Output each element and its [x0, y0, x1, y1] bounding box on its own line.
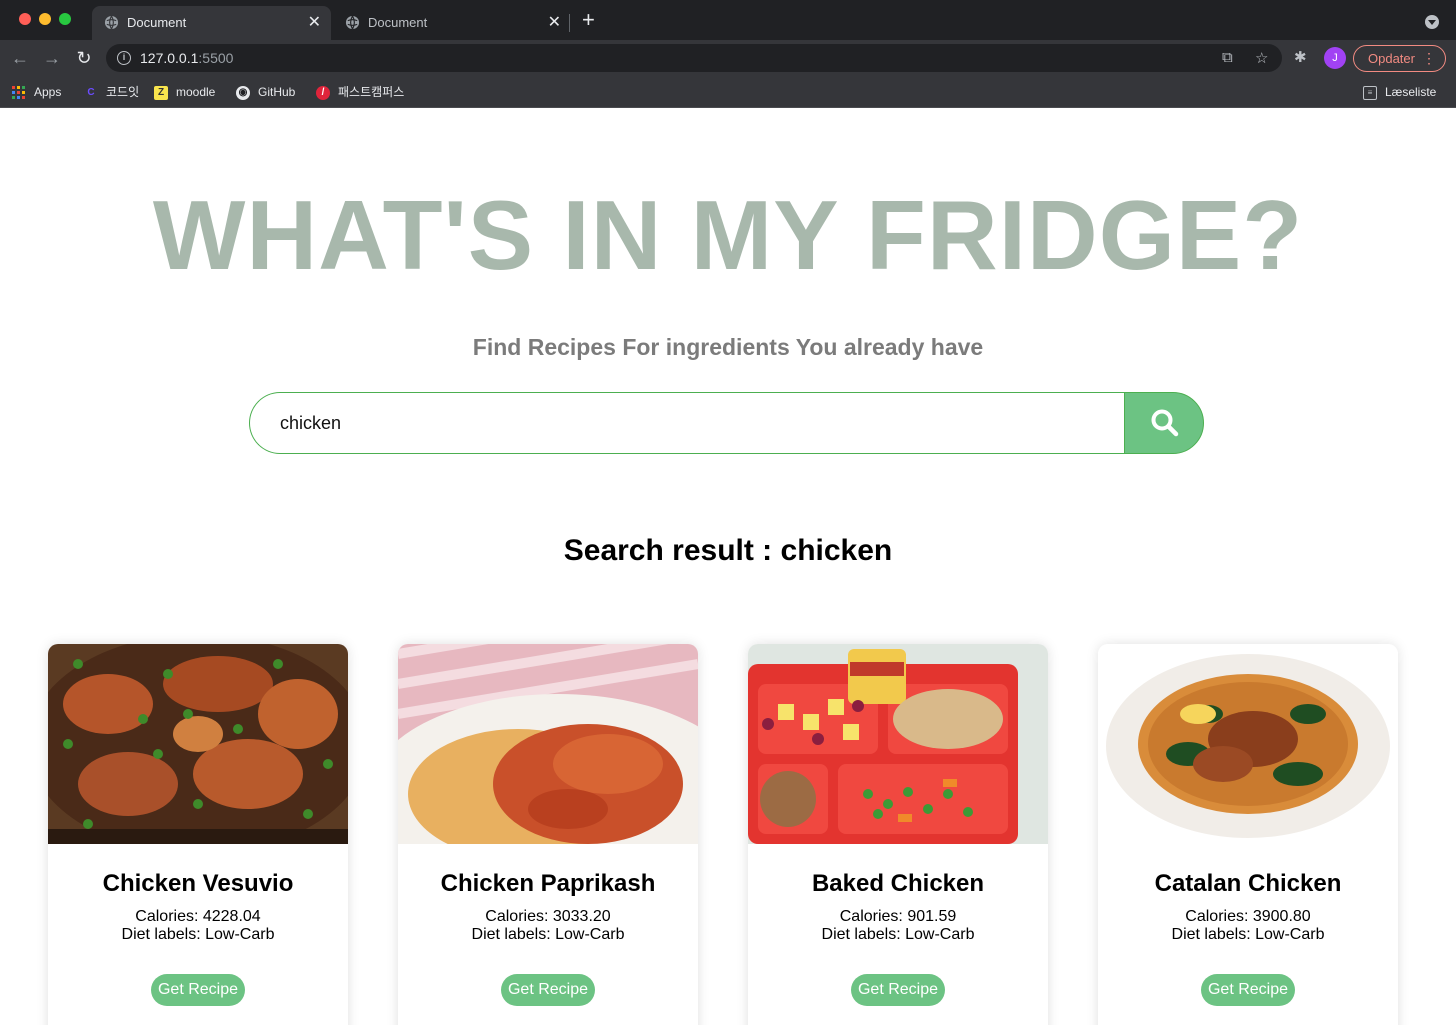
recipe-diet-labels: Diet labels: Low-Carb: [1171, 926, 1325, 943]
recipe-name: Chicken Vesuvio: [102, 870, 294, 897]
recipe-card-list: Chicken Vesuvio Calories: 4228.04 Diet l…: [0, 644, 1456, 1025]
page-title: WHAT'S IN MY FRIDGE?: [152, 180, 1304, 290]
bookmark-label: GitHub: [258, 85, 296, 99]
close-icon[interactable]: ✕: [548, 12, 561, 32]
more-vert-icon: ⋮: [1422, 50, 1436, 66]
info-icon[interactable]: i: [117, 51, 131, 65]
recipe-card: Baked Chicken Calories: 901.59 Diet labe…: [748, 644, 1048, 1025]
bookmark-fastcampus[interactable]: / 패스트캠퍼스: [316, 82, 404, 102]
tab-divider: [569, 14, 570, 32]
globe-icon: [104, 15, 119, 30]
recipe-calories: Calories: 3900.80: [1185, 908, 1311, 925]
recipe-diet-labels: Diet labels: Low-Carb: [821, 926, 975, 943]
tab-document[interactable]: Document ✕: [333, 6, 571, 40]
forward-arrow-icon[interactable]: →: [40, 46, 64, 70]
recipe-card: Chicken Paprikash Calories: 3033.20 Diet…: [398, 644, 698, 1025]
close-icon[interactable]: ✕: [308, 12, 321, 32]
reload-icon[interactable]: ↻: [72, 46, 96, 70]
profile-avatar[interactable]: J: [1324, 47, 1346, 69]
window-close-button[interactable]: [19, 13, 31, 25]
tab-title: Document: [368, 15, 428, 30]
bookmark-star-icon[interactable]: ☆: [1255, 49, 1268, 67]
extensions-puzzle-icon[interactable]: ✱: [1294, 48, 1307, 66]
apps-grid-icon: [12, 85, 25, 99]
tab-search-chevron-icon[interactable]: [1425, 15, 1439, 29]
back-arrow-icon[interactable]: ←: [8, 46, 32, 70]
search-icon: [1151, 409, 1179, 437]
recipe-name: Catalan Chicken: [1154, 870, 1342, 897]
recipe-diet-labels: Diet labels: Low-Carb: [121, 926, 275, 943]
get-recipe-button[interactable]: Get Recipe: [1201, 974, 1295, 1006]
tab-strip: Document ✕ Document ✕ +: [0, 0, 1456, 40]
reading-list-label: Læseliste: [1385, 85, 1437, 99]
window-zoom-button[interactable]: [59, 13, 71, 25]
bookmark-moodle[interactable]: Zmoodle: [154, 82, 215, 102]
get-recipe-button[interactable]: Get Recipe: [151, 974, 245, 1006]
recipe-name: Chicken Paprikash: [440, 870, 656, 897]
recipe-image-catalan-chicken: [1098, 644, 1398, 844]
bookmark-github[interactable]: ◉ GitHub: [236, 82, 295, 102]
bookmark-label: Apps: [34, 85, 62, 99]
recipe-image-baked-chicken: [748, 644, 1048, 844]
bookmarks-bar: Apps C 코드잇 Zmoodle ◉ GitHub / 패스트캠퍼스 ≡ Læsel…: [0, 76, 1456, 108]
bookmark-apps[interactable]: Apps: [12, 82, 61, 102]
url-text: 127.0.0.1:5500: [140, 50, 234, 66]
bookmark-label: 코드잇: [106, 85, 140, 99]
page-content: WHAT'S IN MY FRIDGE? Find Recipes For in…: [0, 108, 1456, 1025]
get-recipe-button[interactable]: Get Recipe: [851, 974, 945, 1006]
search-form: [249, 392, 1204, 454]
window-minimize-button[interactable]: [39, 13, 51, 25]
recipe-calories: Calories: 4228.04: [135, 908, 261, 925]
address-bar[interactable]: i 127.0.0.1:5500 ⧉ ☆: [106, 44, 1282, 72]
page-subtitle: Find Recipes For ingredients You already…: [472, 334, 984, 360]
update-button[interactable]: Opdater ⋮: [1353, 45, 1446, 72]
new-tab-plus-icon[interactable]: +: [582, 9, 595, 31]
recipe-name: Baked Chicken: [811, 870, 985, 897]
recipe-card: Catalan Chicken Calories: 3900.80 Diet l…: [1098, 644, 1398, 1025]
codeit-icon: C: [87, 86, 95, 98]
recipe-image-chicken-paprikash: [398, 644, 698, 844]
reading-list-button[interactable]: ≡ Læseliste: [1363, 82, 1436, 102]
tab-title: Document: [127, 15, 187, 30]
browser-chrome: Document ✕ Document ✕ + ← → ↻ i 127.0.0.…: [0, 0, 1456, 108]
search-result-heading: Search result : chicken: [563, 534, 893, 567]
bookmark-label: 패스트캠퍼스: [338, 85, 405, 99]
recipe-calories: Calories: 3033.20: [485, 908, 611, 925]
recipe-card: Chicken Vesuvio Calories: 4228.04 Diet l…: [48, 644, 348, 1025]
get-recipe-button[interactable]: Get Recipe: [501, 974, 595, 1006]
search-input[interactable]: [249, 392, 1126, 454]
tab-document-active[interactable]: Document ✕: [92, 6, 331, 40]
bookmark-codeit[interactable]: C 코드잇: [84, 82, 139, 102]
translate-icon[interactable]: ⧉: [1222, 49, 1233, 66]
recipe-calories: Calories: 901.59: [839, 908, 957, 925]
globe-icon: [345, 15, 360, 30]
reading-list-icon: ≡: [1363, 85, 1377, 100]
github-icon: ◉: [236, 85, 250, 100]
fastcampus-icon: /: [316, 85, 330, 100]
recipe-image-chicken-vesuvio: [48, 644, 348, 844]
browser-toolbar: ← → ↻ i 127.0.0.1:5500 ⧉ ☆ ✱ J Opdater ⋮: [0, 40, 1456, 76]
recipe-diet-labels: Diet labels: Low-Carb: [471, 926, 625, 943]
search-button[interactable]: [1124, 392, 1204, 454]
moodle-icon: Z: [154, 85, 168, 100]
update-label: Opdater: [1368, 51, 1415, 66]
bookmark-label: moodle: [176, 85, 216, 99]
